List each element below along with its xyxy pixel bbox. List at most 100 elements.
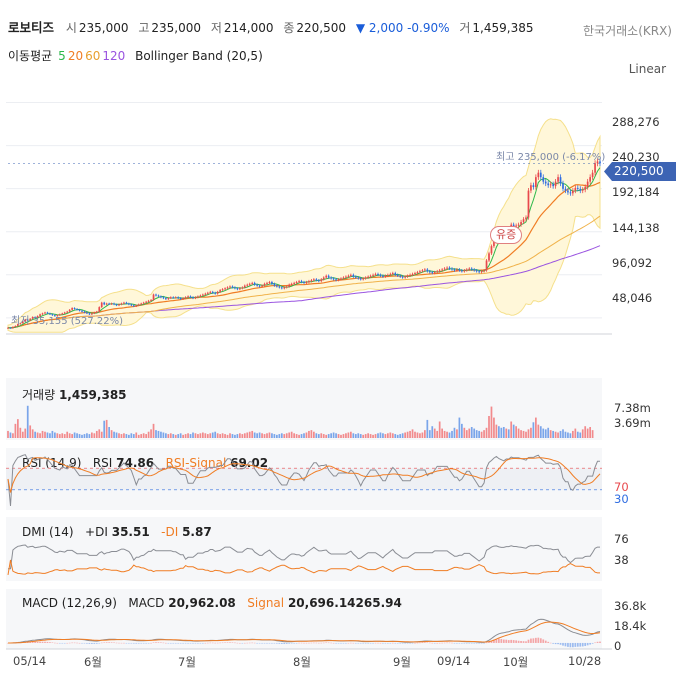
macd-histogram-bar [421, 642, 424, 644]
macd-histogram-bar [463, 642, 466, 644]
volume-bar [359, 434, 362, 438]
macd-histogram-bar [581, 642, 584, 647]
macd-histogram-bar [345, 642, 347, 644]
volume-bar [424, 430, 426, 438]
volume-bar [382, 433, 384, 438]
volume-bar [569, 433, 572, 438]
macd-histogram-bar [290, 642, 293, 644]
candle-body [572, 190, 574, 194]
macd-histogram-bar [253, 642, 256, 644]
volume-bar [554, 431, 557, 438]
volume-bar [58, 434, 61, 438]
macd-histogram-bar [557, 642, 559, 645]
macd-histogram-bar [81, 642, 83, 644]
macd-histogram-bar [428, 642, 431, 644]
macd-histogram-bar [293, 642, 295, 644]
candle-body [399, 275, 402, 277]
volume-bar [510, 421, 513, 438]
volume-bar [177, 434, 180, 438]
volume-bar [414, 431, 416, 438]
volume-bar [428, 430, 431, 438]
volume-bar [584, 426, 587, 438]
macd-histogram-bar [95, 642, 98, 644]
volume-bar [507, 429, 510, 438]
volume-bar [367, 433, 369, 438]
stock-chart[interactable] [0, 0, 680, 697]
macd-histogram-bar [574, 642, 577, 647]
volume-bar [357, 433, 360, 438]
volume-bar [446, 431, 448, 438]
volume-bar [308, 430, 310, 438]
volume-bar [187, 433, 189, 438]
macd-histogram-bar [443, 642, 446, 644]
volume-bar [54, 432, 56, 438]
volume-bar [51, 430, 54, 438]
macd-histogram-bar [532, 638, 535, 643]
volume-bar [7, 430, 9, 438]
candle-body [276, 285, 278, 287]
macd-histogram-bar [498, 638, 500, 643]
volume-bar [167, 434, 170, 438]
rights-offering-tag[interactable]: 유증 [490, 226, 523, 244]
volume-bar [88, 434, 91, 438]
volume-bar [268, 432, 271, 438]
volume-bar [433, 428, 436, 438]
volume-bar [421, 432, 424, 438]
volume-bar [66, 431, 69, 438]
volume-bar [458, 417, 461, 438]
candle-body [461, 270, 463, 272]
volume-bar [9, 432, 12, 438]
candle-body [473, 269, 476, 271]
macd-histogram-bar [243, 642, 246, 644]
macd-histogram-bar [512, 640, 515, 643]
macd-histogram-bar [157, 642, 160, 643]
volume-bar [572, 430, 574, 438]
candle-body [414, 273, 416, 275]
candle-body [421, 270, 424, 272]
macd-histogram-bar [453, 642, 456, 644]
candle-body [123, 302, 125, 304]
macd-histogram-bar [174, 642, 177, 644]
volume-bar [406, 431, 409, 438]
candle-body [192, 297, 194, 299]
macd-histogram-bar [135, 642, 138, 644]
volume-bar [17, 419, 19, 438]
candle-body [115, 304, 118, 306]
volume-bar [322, 434, 325, 438]
volume-bar [527, 429, 530, 438]
volume-bar [387, 433, 389, 438]
volume-bar [478, 430, 480, 438]
macd-histogram-bar [515, 640, 517, 643]
candle-body [152, 294, 155, 300]
volume-bar [110, 430, 113, 438]
macd-histogram-bar [54, 642, 56, 644]
volume-bar [179, 433, 182, 438]
candle-body [569, 192, 572, 194]
macd-histogram-bar [544, 640, 547, 643]
volume-bar [564, 431, 567, 438]
volume-bar [505, 428, 508, 438]
macd-histogram-bar [465, 642, 468, 644]
macd-histogram-bar [276, 642, 278, 644]
volume-bar [537, 424, 540, 438]
macd-histogram-bar [51, 642, 54, 643]
candle-body [567, 190, 569, 193]
macd-histogram-bar [239, 642, 241, 644]
macd-histogram-bar [357, 642, 360, 644]
volume-bar [325, 434, 328, 438]
volume-bar [271, 433, 273, 438]
candle-body [537, 172, 540, 178]
macd-histogram-bar [404, 642, 406, 644]
candle-body [325, 275, 328, 278]
candle-body [248, 283, 251, 285]
macd-histogram-bar [458, 642, 461, 644]
macd-histogram-bar [505, 639, 508, 643]
volume-bar [61, 433, 64, 438]
volume-bar [347, 432, 350, 438]
volume-bar [108, 426, 110, 438]
macd-histogram-bar [202, 642, 204, 644]
macd-histogram-bar [103, 642, 106, 643]
macd-histogram-bar [271, 642, 273, 644]
candle-body [347, 275, 350, 277]
macd-histogram-bar [391, 642, 394, 644]
